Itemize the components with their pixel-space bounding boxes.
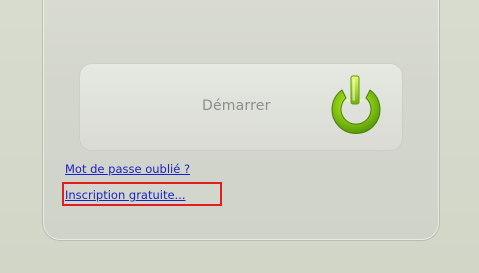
signup-link[interactable]: Inscription gratuite...: [65, 188, 186, 202]
power-icon: [331, 75, 381, 134]
start-button[interactable]: Démarrer: [80, 64, 402, 150]
forgot-password-link[interactable]: Mot de passe oublié ?: [65, 162, 190, 176]
start-button-label: Démarrer: [202, 98, 271, 114]
